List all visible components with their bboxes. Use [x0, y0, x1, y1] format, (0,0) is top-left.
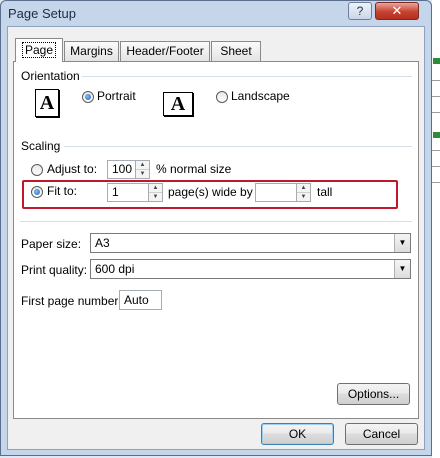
- tab-page[interactable]: Page: [15, 38, 63, 62]
- first-page-number-input[interactable]: Auto: [119, 290, 162, 310]
- fit-to-label[interactable]: Fit to:: [47, 184, 77, 198]
- adjust-to-suffix: % normal size: [156, 162, 232, 176]
- fit-to-wide-spinner[interactable]: ▲ ▼: [149, 183, 163, 202]
- tab-sheet[interactable]: Sheet: [211, 41, 261, 61]
- portrait-label[interactable]: Portrait: [97, 89, 136, 103]
- fit-to-wide-input[interactable]: 1: [107, 183, 149, 202]
- scaling-separator: [64, 146, 412, 147]
- fit-to-tall-spinner[interactable]: ▲ ▼: [297, 183, 311, 202]
- spin-up-icon[interactable]: ▲: [136, 161, 149, 170]
- print-quality-select[interactable]: 600 dpi ▼: [90, 259, 411, 279]
- tab-header-footer[interactable]: Header/Footer: [120, 41, 210, 61]
- spin-down-icon[interactable]: ▼: [297, 193, 310, 202]
- sheet-gridline: [432, 80, 440, 81]
- spin-up-icon[interactable]: ▲: [297, 184, 310, 193]
- landscape-page-icon: A: [163, 92, 193, 116]
- adjust-to-input[interactable]: 100: [107, 160, 136, 179]
- orientation-group-label: Orientation: [21, 69, 80, 83]
- orientation-separator: [82, 76, 412, 77]
- spin-up-icon[interactable]: ▲: [149, 184, 162, 193]
- dialog-title: Page Setup: [8, 6, 76, 21]
- adjust-to-spinner[interactable]: ▲ ▼: [136, 160, 150, 179]
- paper-size-select[interactable]: A3 ▼: [90, 233, 411, 253]
- section-separator: [20, 221, 412, 222]
- adjust-to-radio[interactable]: [31, 164, 43, 176]
- tab-margins[interactable]: Margins: [64, 41, 119, 61]
- print-quality-value: 600 dpi: [95, 262, 135, 276]
- portrait-page-icon: A: [35, 89, 59, 117]
- tab-page-label: Page: [21, 42, 57, 58]
- help-button[interactable]: ?: [348, 2, 372, 20]
- portrait-radio[interactable]: [82, 91, 94, 103]
- paper-size-value: A3: [95, 236, 110, 250]
- sheet-cell-marker: [433, 132, 440, 138]
- landscape-label[interactable]: Landscape: [231, 89, 290, 103]
- sheet-gridline: [432, 166, 440, 167]
- first-page-number-label: First page number:: [21, 294, 122, 308]
- paper-size-dropdown-icon[interactable]: ▼: [394, 234, 410, 252]
- print-quality-label: Print quality:: [21, 263, 88, 277]
- options-button[interactable]: Options...: [337, 383, 410, 405]
- ok-button[interactable]: OK: [261, 423, 334, 445]
- sheet-gridline: [432, 150, 440, 151]
- cancel-button[interactable]: Cancel: [345, 423, 418, 445]
- portrait-label-text: Portrait: [97, 89, 136, 103]
- sheet-cell-marker: [433, 58, 440, 64]
- fit-to-radio[interactable]: [31, 186, 43, 198]
- sheet-gridline: [432, 182, 440, 183]
- adjust-to-label[interactable]: Adjust to:: [47, 162, 97, 176]
- paper-size-label: Paper size:: [21, 237, 82, 251]
- fit-to-tall-suffix: tall: [317, 185, 333, 199]
- sheet-gridline: [432, 112, 440, 113]
- spin-down-icon[interactable]: ▼: [149, 193, 162, 202]
- fit-to-tall-input[interactable]: [255, 183, 297, 202]
- landscape-radio[interactable]: [216, 91, 228, 103]
- spin-down-icon[interactable]: ▼: [136, 170, 149, 179]
- sheet-gridline: [432, 96, 440, 97]
- print-quality-dropdown-icon[interactable]: ▼: [394, 260, 410, 278]
- background-sheet: [432, 0, 440, 458]
- fit-to-wide-suffix: page(s) wide by: [168, 185, 253, 199]
- landscape-label-text: Landscape: [231, 89, 290, 103]
- scaling-group-label: Scaling: [21, 139, 61, 153]
- close-button[interactable]: ✕: [375, 2, 419, 20]
